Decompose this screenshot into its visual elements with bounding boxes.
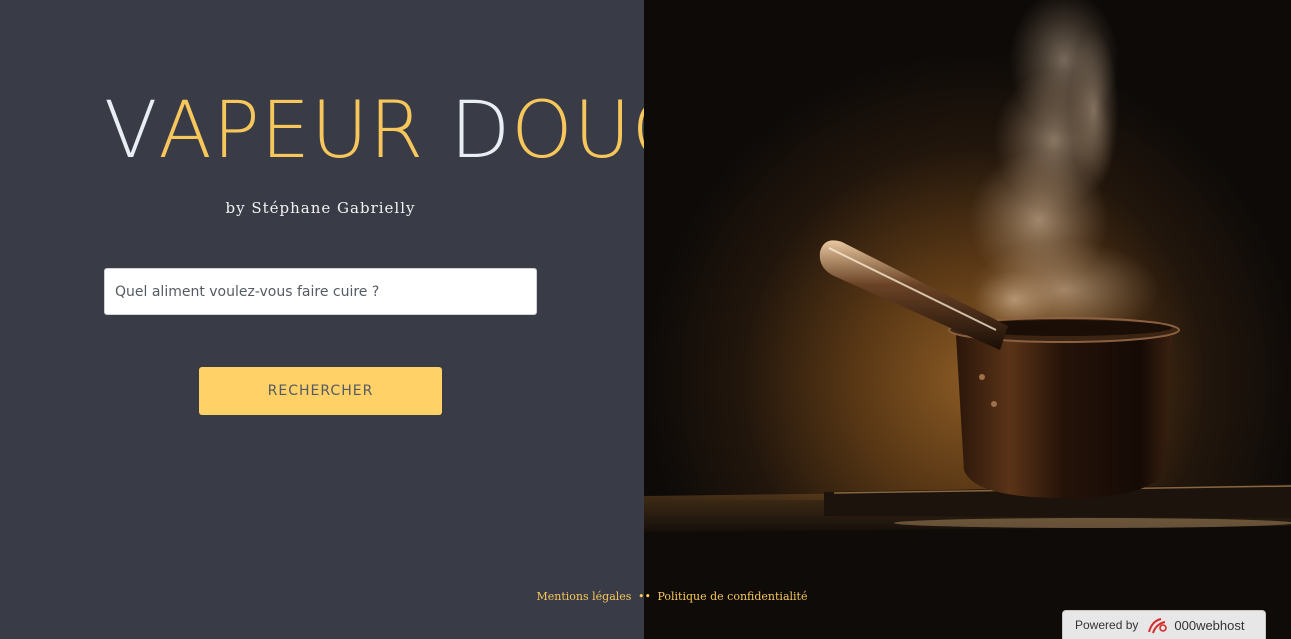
footer-separator: ••: [637, 590, 651, 603]
left-panel: VAPEUR DOUCE by Stéphane Gabrielly RECHE…: [0, 0, 736, 639]
steaming-saucepan-photo-icon: [644, 0, 1291, 639]
search-button[interactable]: RECHERCHER: [199, 367, 442, 415]
brand-subtitle: by Stéphane Gabrielly: [225, 199, 416, 217]
brand-title-letter-v: V: [104, 86, 159, 176]
powered-by-badge[interactable]: Powered by 000webhost: [1062, 610, 1266, 639]
brand-logo-title: VAPEUR DOUCE: [104, 86, 736, 176]
hero-image: [644, 0, 1291, 639]
brand-title-word-apeur: APEUR: [158, 86, 425, 176]
search-input[interactable]: [104, 268, 537, 315]
legal-notice-link[interactable]: Mentions légales: [537, 590, 632, 603]
footer-links: Mentions légales •• Politique de confide…: [500, 590, 844, 603]
privacy-policy-link[interactable]: Politique de confidentialité: [657, 590, 807, 603]
000webhost-logo-icon: [1148, 618, 1168, 634]
host-name: 000webhost: [1174, 617, 1245, 633]
brand-title-letter-d: D: [450, 86, 512, 176]
powered-by-label: Powered by: [1075, 618, 1139, 632]
